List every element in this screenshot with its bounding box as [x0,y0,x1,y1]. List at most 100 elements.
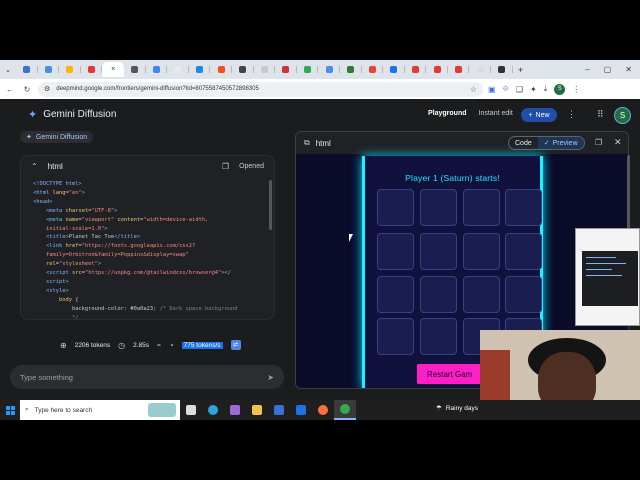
tab-search-button[interactable]: ⌄ [0,63,16,77]
more-options-icon[interactable]: ⋮ [567,109,576,120]
board-cell[interactable] [420,318,457,355]
tab-preview[interactable]: ✓ Preview [537,137,584,149]
browser-tab[interactable] [81,62,103,77]
code-token: "https://unpkg.com/@tailwindcss/browser@… [84,270,222,277]
code-token: <link [45,243,66,250]
copy-icon[interactable]: ❐ [595,138,602,147]
maximize-button[interactable]: ▢ [604,65,612,74]
opened-label[interactable]: Opened [239,163,264,170]
browser-tab[interactable] [232,62,254,77]
taskbar-app-outlook[interactable] [290,400,312,420]
browser-tab[interactable] [38,62,60,77]
board-cell[interactable] [505,189,542,226]
browser-tab[interactable] [383,62,405,77]
copy-icon[interactable]: ❐ [222,162,229,171]
browser-tab[interactable]: × [102,62,124,77]
browser-tab[interactable] [254,62,276,77]
code-token: ></ [221,270,232,277]
code-line: background-color: #0a0a23; /* Dark space… [33,305,262,314]
browser-tab[interactable] [362,62,384,77]
extension-icon[interactable]: ⟐ [503,84,509,94]
browser-tab[interactable] [189,62,211,77]
taskbar-search[interactable]: ⌕ Type here to search [20,400,180,420]
taskbar-app-firefox[interactable] [312,400,334,420]
back-button[interactable]: ← [4,85,16,94]
browser-tab[interactable] [275,62,297,77]
profile-avatar[interactable]: S [554,83,566,95]
weather-widget[interactable]: ☂ Rainy days [436,404,478,413]
task-view-icon [186,405,196,415]
address-bar[interactable]: ⚙ deepmind.google.com/frontiers/gemini-d… [38,81,483,97]
browser-tab[interactable] [491,62,513,77]
taskbar-app-chrome[interactable] [334,400,356,420]
check-icon: ✓ [543,140,550,147]
model-chip[interactable]: ✦ Gemini Diffusion [20,131,94,143]
browser-tab[interactable] [59,62,81,77]
close-icon[interactable]: ✕ [614,137,622,148]
floating-window-thumbnail[interactable] [575,228,640,326]
browser-tab[interactable] [167,62,189,77]
prompt-input[interactable]: Type something ➤ [10,365,284,389]
board-cell[interactable] [377,276,414,313]
browser-tab[interactable] [405,62,427,77]
browser-tab[interactable] [469,62,492,77]
browser-tab[interactable] [16,62,38,77]
apps-grid-icon[interactable]: ⠿ [597,109,604,120]
thumbnail-line [586,269,612,270]
favicon-icon [325,66,333,73]
code-token: <title> [45,234,69,241]
board-cell[interactable] [505,233,542,270]
tab-code[interactable]: Code [509,137,538,149]
close-icon[interactable]: × [111,66,115,73]
code-scrollbar[interactable] [269,180,272,230]
board-cell[interactable] [463,233,500,270]
puzzle-icon[interactable]: ✦ [530,85,537,94]
browser-tab[interactable] [318,62,340,77]
bookmark-star-icon[interactable]: ☆ [470,85,477,94]
board-cell[interactable] [377,318,414,355]
board-cell[interactable] [377,233,414,270]
browser-tab[interactable] [124,62,146,77]
code-token: body [58,296,72,303]
browser-tab[interactable] [297,62,319,77]
send-icon[interactable]: ➤ [267,373,274,382]
board-cell[interactable] [505,276,542,313]
taskbar-app-store[interactable] [268,400,290,420]
reload-button[interactable]: ↻ [21,85,33,94]
board-cell[interactable] [420,189,457,226]
site-info-icon[interactable]: ⚙ [44,85,50,93]
code-line: script> [33,278,262,287]
app-header: ⋮ ⠿ S [0,99,640,129]
board-cell[interactable] [377,189,414,226]
browser-tab[interactable] [146,62,168,77]
code-token: > [97,261,102,268]
minimize-button[interactable]: – [585,65,589,74]
preview-scrollbar[interactable] [627,155,630,235]
menu-kebab-icon[interactable]: ⋮ [572,85,580,94]
board-cell[interactable] [420,233,457,270]
board-cell[interactable] [420,276,457,313]
code-token: "viewport" [81,216,115,223]
taskbar-app-task-view[interactable] [180,400,202,420]
new-tab-button[interactable]: + [513,63,529,77]
close-window-button[interactable]: ✕ [625,65,632,74]
download-icon[interactable]: ⤓ [544,84,548,94]
extension-icon[interactable]: ▣ [488,85,496,94]
code-line: <!DOCTYPE html> [33,180,262,189]
user-avatar[interactable]: S [614,107,631,124]
start-button[interactable] [0,405,20,415]
taskbar-app-file-explorer[interactable] [246,400,268,420]
taskbar-app-copilot[interactable] [224,400,246,420]
translate-icon[interactable]: ⇄ [230,340,241,350]
extension-icon[interactable]: ❏ [516,85,523,94]
browser-tab[interactable] [210,62,232,77]
collapse-chevron-icon[interactable]: ⌃ [31,162,38,171]
browser-tab[interactable] [426,62,448,77]
taskbar-app-edge[interactable] [202,400,224,420]
browser-tab[interactable] [340,62,362,77]
board-cell[interactable] [463,189,500,226]
browser-tab[interactable] [448,62,470,77]
speed-icon: ◔ [168,340,174,350]
restart-game-button[interactable]: Restart Gam [417,364,485,384]
board-cell[interactable] [463,276,500,313]
